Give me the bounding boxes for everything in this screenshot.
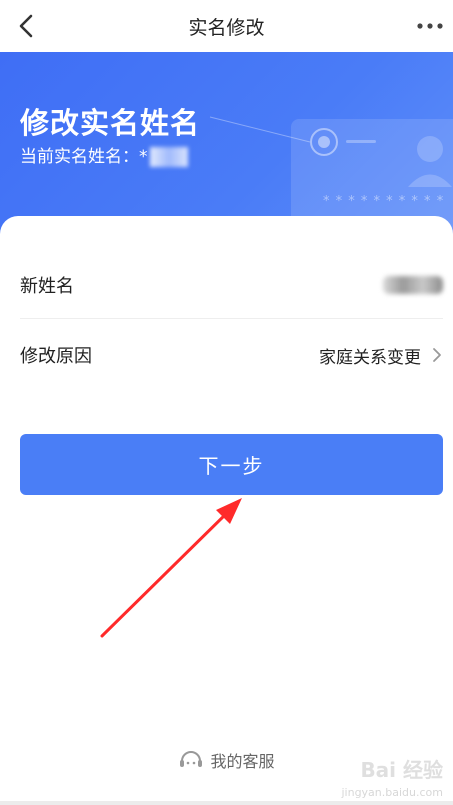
current-name-line: 当前实名姓名：* — [20, 142, 188, 167]
reason-label: 修改原因 — [20, 346, 92, 367]
page-title: 实名修改 — [188, 16, 265, 39]
reason-selector[interactable]: 家庭关系变更 — [319, 343, 443, 368]
chevron-right-icon — [433, 348, 441, 362]
hero-title: 修改实名姓名 — [20, 106, 201, 140]
current-name-blur — [149, 147, 188, 167]
reason-row[interactable]: 修改原因 家庭关系变更 — [20, 322, 443, 388]
watermark: Bai 经验 — [360, 758, 443, 782]
hero-banner: 修改实名姓名 当前实名姓名：* * * * * * * * * * * — [0, 52, 453, 237]
customer-service-label: 我的客服 — [210, 752, 275, 771]
reason-value: 家庭关系变更 — [319, 347, 421, 368]
new-name-label: 新姓名 — [20, 276, 74, 297]
next-step-button[interactable]: 下一步 — [20, 434, 443, 495]
bottom-strip — [0, 801, 453, 805]
chevron-left-icon[interactable] — [14, 12, 40, 40]
customer-service-icon — [180, 751, 203, 767]
more-dots-icon[interactable] — [415, 16, 445, 36]
current-name-masked: * — [139, 147, 148, 167]
watermark-url: jingyan.baidu.com — [341, 786, 443, 799]
new-name-value-blurred[interactable] — [383, 276, 443, 294]
svg-text:* * * * * * * * * *: * * * * * * * * * * — [323, 194, 444, 209]
current-name-label: 当前实名姓名： — [20, 147, 139, 167]
new-name-row[interactable]: 新姓名 — [20, 252, 443, 319]
form-card: 新姓名 修改原因 家庭关系变更 下一步 — [0, 216, 453, 805]
nav-bar: 实名修改 — [0, 0, 453, 52]
